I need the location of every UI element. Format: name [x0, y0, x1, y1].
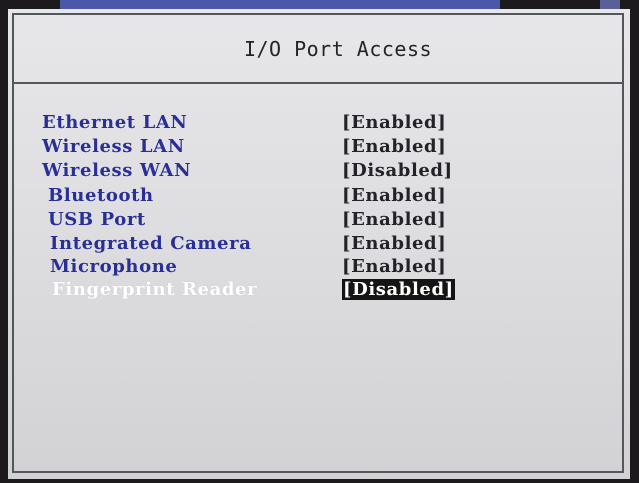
page-header: I/O Port Access — [14, 15, 622, 84]
bios-screen: I/O Port Access Ethernet LAN [Enabled] W… — [8, 9, 630, 479]
setting-value[interactable]: [Enabled] — [342, 111, 446, 135]
setting-value[interactable]: [Enabled] — [342, 135, 446, 159]
setting-value-selected[interactable]: [Disabled] — [342, 278, 455, 302]
setting-value[interactable]: [Enabled] — [342, 184, 446, 208]
setting-label: USB Port — [48, 209, 146, 230]
top-bezel-strip-right — [600, 0, 620, 9]
top-bezel-strip — [60, 0, 500, 9]
setting-value[interactable]: [Enabled] — [342, 232, 446, 256]
setting-label: Integrated Camera — [50, 233, 252, 254]
setting-label: Ethernet LAN — [42, 112, 188, 133]
setting-label: Fingerprint Reader — [52, 279, 258, 300]
setting-label: Bluetooth — [48, 185, 154, 206]
bios-frame: I/O Port Access Ethernet LAN [Enabled] W… — [12, 13, 624, 473]
selected-value-text: Disabled — [352, 279, 445, 300]
page-title: I/O Port Access — [243, 36, 433, 61]
bracket-open: [ — [343, 279, 353, 300]
setting-value[interactable]: [Enabled] — [342, 208, 446, 232]
setting-value[interactable]: [Disabled] — [342, 159, 453, 183]
bracket-close: ] — [444, 279, 454, 300]
setting-label: Wireless LAN — [42, 136, 185, 157]
setting-value[interactable]: [Enabled] — [342, 255, 446, 279]
setting-label: Wireless WAN — [42, 160, 192, 181]
setting-label: Microphone — [50, 256, 178, 277]
